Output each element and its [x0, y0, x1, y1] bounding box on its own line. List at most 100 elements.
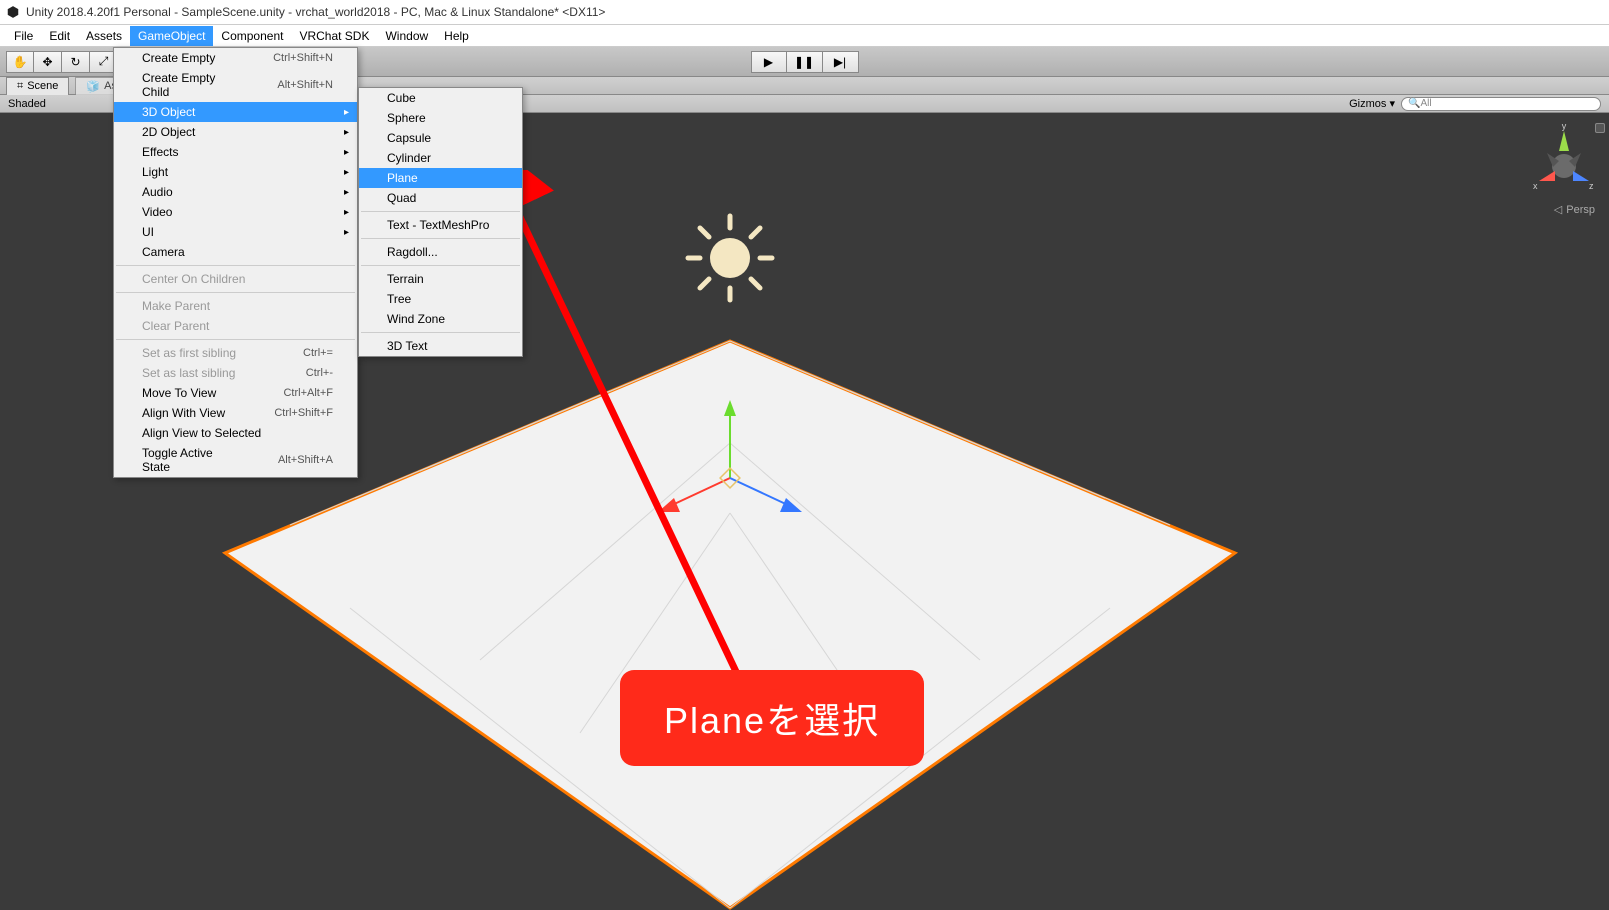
svg-text:z: z: [1589, 181, 1594, 191]
menu-item-shortcut: Ctrl+Alt+F: [283, 387, 333, 399]
gizmos-dropdown[interactable]: Gizmos ▾: [1349, 97, 1395, 110]
step-icon: ▶|: [834, 55, 846, 69]
gameobject-menu-create-empty-child[interactable]: Create Empty Child Alt+Shift+N: [114, 68, 357, 102]
menu-item-shortcut: Alt+Shift+A: [278, 454, 333, 466]
dropdown-gameobject: Create Empty Ctrl+Shift+N Create Empty Chi…: [113, 47, 358, 478]
menu-file[interactable]: File: [6, 26, 41, 46]
gameobject-menu-set-as-last-sibling: Set as last siblingCtrl+-: [114, 363, 357, 383]
menu-item-shortcut: Ctrl+=: [303, 347, 333, 359]
gameobject-menu-camera[interactable]: Camera: [114, 242, 357, 262]
menu-item-label: Toggle Active State: [142, 446, 238, 474]
gameobject-menu-2d-object[interactable]: 2D Object: [114, 122, 357, 142]
lock-icon[interactable]: [1595, 123, 1605, 133]
menu-item-label: Move To View: [142, 386, 216, 400]
tab-scene[interactable]: ⌗ Scene: [6, 77, 69, 95]
menu-item-label: Create Empty Child: [142, 71, 237, 99]
orientation-gizmo[interactable]: y x z: [1529, 121, 1599, 201]
step-button[interactable]: ▶|: [823, 51, 859, 73]
hand-icon: ✋: [13, 55, 28, 69]
menu-item-label: Cube: [387, 91, 416, 105]
menu-item-label: Terrain: [387, 272, 424, 286]
gameobject-menu-align-view-to-selected[interactable]: Align View to Selected: [114, 423, 357, 443]
gameobject-menu-audio[interactable]: Audio: [114, 182, 357, 202]
unity-logo-icon: [6, 5, 20, 19]
svg-text:y: y: [1562, 121, 1567, 131]
menu-item-label: Center On Children: [142, 272, 245, 286]
gameobject-menu-align-with-view[interactable]: Align With ViewCtrl+Shift+F: [114, 403, 357, 423]
move-tool[interactable]: ✥: [34, 51, 62, 73]
3dobject-menu-ragdoll-[interactable]: Ragdoll...: [359, 242, 522, 262]
menu-item-label: Audio: [142, 185, 173, 199]
gameobject-menu-toggle-active-state[interactable]: Toggle Active State Alt+Shift+A: [114, 443, 357, 477]
3dobject-menu-quad[interactable]: Quad: [359, 188, 522, 208]
search-placeholder: All: [1420, 98, 1431, 109]
3dobject-menu-wind-zone[interactable]: Wind Zone: [359, 309, 522, 329]
menu-component[interactable]: Component: [213, 26, 291, 46]
3dobject-menu-tree[interactable]: Tree: [359, 289, 522, 309]
menu-window[interactable]: Window: [377, 26, 436, 46]
window-title: Unity 2018.4.20f1 Personal - SampleScene…: [26, 5, 605, 19]
menu-gameobject[interactable]: GameObject: [130, 26, 213, 46]
move-icon: ✥: [42, 55, 52, 69]
play-button[interactable]: ▶: [751, 51, 787, 73]
3dobject-menu-capsule[interactable]: Capsule: [359, 128, 522, 148]
menu-item-label: 2D Object: [142, 125, 195, 139]
tab-scene-label: Scene: [27, 80, 58, 92]
pause-button[interactable]: ❚❚: [787, 51, 823, 73]
menu-assets[interactable]: Assets: [78, 26, 130, 46]
gameobject-menu-create-empty[interactable]: Create Empty Ctrl+Shift+N: [114, 48, 357, 68]
3dobject-menu-plane[interactable]: Plane: [359, 168, 522, 188]
menu-item-label: Align With View: [142, 406, 225, 420]
hand-tool[interactable]: ✋: [6, 51, 34, 73]
3dobject-menu-sphere[interactable]: Sphere: [359, 108, 522, 128]
asset-icon: 🧊: [86, 80, 100, 93]
menu-item-label: Make Parent: [142, 299, 210, 313]
menu-item-label: Create Empty: [142, 51, 215, 65]
menu-item-label: 3D Text: [387, 339, 427, 353]
gameobject-menu-light[interactable]: Light: [114, 162, 357, 182]
menu-item-label: Sphere: [387, 111, 426, 125]
gameobject-menu-move-to-view[interactable]: Move To View Ctrl+Alt+F: [114, 383, 357, 403]
persp-icon: ◁: [1554, 203, 1562, 216]
menu-item-label: Ragdoll...: [387, 245, 438, 259]
3dobject-menu-terrain[interactable]: Terrain: [359, 269, 522, 289]
search-icon: 🔍: [1408, 98, 1420, 109]
gameobject-menu-video[interactable]: Video: [114, 202, 357, 222]
menu-item-shortcut: Alt+Shift+N: [277, 79, 333, 91]
menu-help[interactable]: Help: [436, 26, 477, 46]
projection-label[interactable]: ◁ Persp: [1554, 203, 1595, 216]
directional-light-icon[interactable]: [688, 216, 772, 300]
gameobject-menu-effects[interactable]: Effects: [114, 142, 357, 162]
menu-item-label: UI: [142, 225, 154, 239]
pause-icon: ❚❚: [794, 55, 814, 69]
rotate-tool[interactable]: ↻: [62, 51, 90, 73]
menu-edit[interactable]: Edit: [41, 26, 78, 46]
menu-item-label: Quad: [387, 191, 416, 205]
menu-item-shortcut: Ctrl+Shift+N: [273, 52, 333, 64]
3dobject-menu-cylinder[interactable]: Cylinder: [359, 148, 522, 168]
menu-item-label: Light: [142, 165, 168, 179]
menu-item-label: Plane: [387, 171, 418, 185]
menu-separator: [361, 265, 520, 266]
gameobject-menu-3d-object[interactable]: 3D Object: [114, 102, 357, 122]
rotate-icon: ↻: [70, 55, 80, 69]
scene-search-input[interactable]: 🔍 All: [1401, 97, 1601, 111]
shading-mode[interactable]: Shaded: [8, 98, 46, 110]
dropdown-3d-object: Cube Sphere CapsuleCylinder Plane Quad Text -…: [358, 87, 523, 357]
3dobject-menu-3d-text[interactable]: 3D Text: [359, 336, 522, 356]
menu-item-label: Set as first sibling: [142, 346, 236, 360]
gameobject-menu-set-as-first-sibling: Set as first sibling Ctrl+=: [114, 343, 357, 363]
svg-text:x: x: [1533, 181, 1538, 191]
3dobject-menu-cube[interactable]: Cube: [359, 88, 522, 108]
gameobject-menu-clear-parent: Clear Parent: [114, 316, 357, 336]
gameobject-menu-center-on-children: Center On Children: [114, 269, 357, 289]
menu-separator: [116, 339, 355, 340]
gameobject-menu-ui[interactable]: UI: [114, 222, 357, 242]
scene-icon: ⌗: [17, 80, 23, 93]
menu-vrchat-sdk[interactable]: VRChat SDK: [291, 26, 377, 46]
3dobject-menu-text-textmeshpro[interactable]: Text - TextMeshPro: [359, 215, 522, 235]
gameobject-menu-make-parent: Make Parent: [114, 296, 357, 316]
menu-separator: [361, 332, 520, 333]
menu-separator: [361, 238, 520, 239]
menu-item-label: Clear Parent: [142, 319, 209, 333]
